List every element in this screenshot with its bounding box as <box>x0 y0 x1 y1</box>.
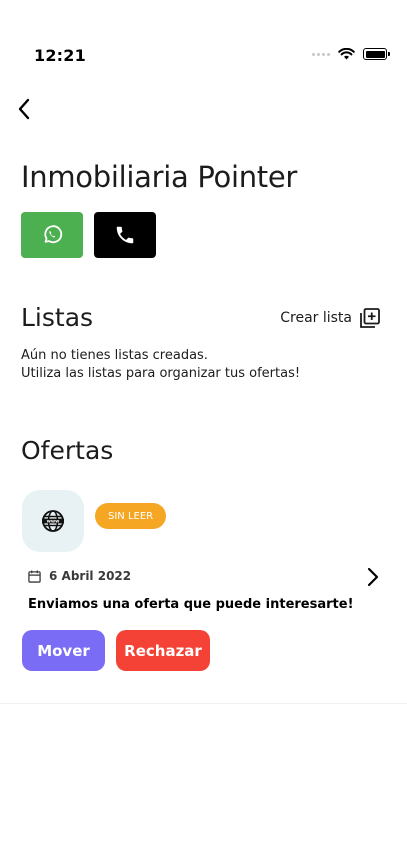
back-button[interactable] <box>12 94 36 124</box>
svg-text:www: www <box>47 520 60 525</box>
globe-www-icon: www <box>42 510 64 532</box>
add-box-icon <box>360 308 380 328</box>
offer-date-row: 6 Abril 2022 <box>28 569 131 583</box>
whatsapp-button[interactable] <box>21 212 83 258</box>
chevron-right-icon <box>367 567 379 587</box>
lists-empty-line-1: Aún no tienes listas creadas. <box>21 348 208 363</box>
reject-button[interactable]: Rechazar <box>116 630 210 671</box>
lists-empty-line-2: Utiliza las listas para organizar tus of… <box>21 366 301 381</box>
chevron-left-icon <box>18 98 30 120</box>
offer-company-logo: www <box>22 490 84 552</box>
offer-date: 6 Abril 2022 <box>49 569 132 583</box>
status-bar: 12:21 <box>0 0 407 80</box>
create-list-label: Crear lista <box>280 310 352 326</box>
battery-icon <box>363 48 390 60</box>
page-title: Inmobiliaria Pointer <box>21 160 298 194</box>
unread-status-badge: SIN LEER <box>95 503 167 529</box>
whatsapp-icon <box>44 225 63 244</box>
phone-icon <box>116 226 134 244</box>
open-offer-button[interactable] <box>363 565 383 589</box>
offers-section-title: Ofertas <box>21 436 114 465</box>
offer-message: Enviamos una oferta que puede interesart… <box>28 597 354 612</box>
lists-section-title: Listas <box>21 303 94 332</box>
wifi-icon <box>338 48 355 60</box>
status-icons <box>312 48 390 60</box>
divider <box>0 703 407 704</box>
calendar-icon <box>28 569 41 583</box>
status-time: 12:21 <box>34 46 86 65</box>
phone-button[interactable] <box>94 212 156 258</box>
move-button[interactable]: Mover <box>22 630 105 671</box>
cellular-signal-icon <box>312 52 330 56</box>
create-list-button[interactable]: Crear lista <box>280 308 380 328</box>
lists-empty-message: Aún no tienes listas creadas. Utiliza la… <box>21 347 300 383</box>
